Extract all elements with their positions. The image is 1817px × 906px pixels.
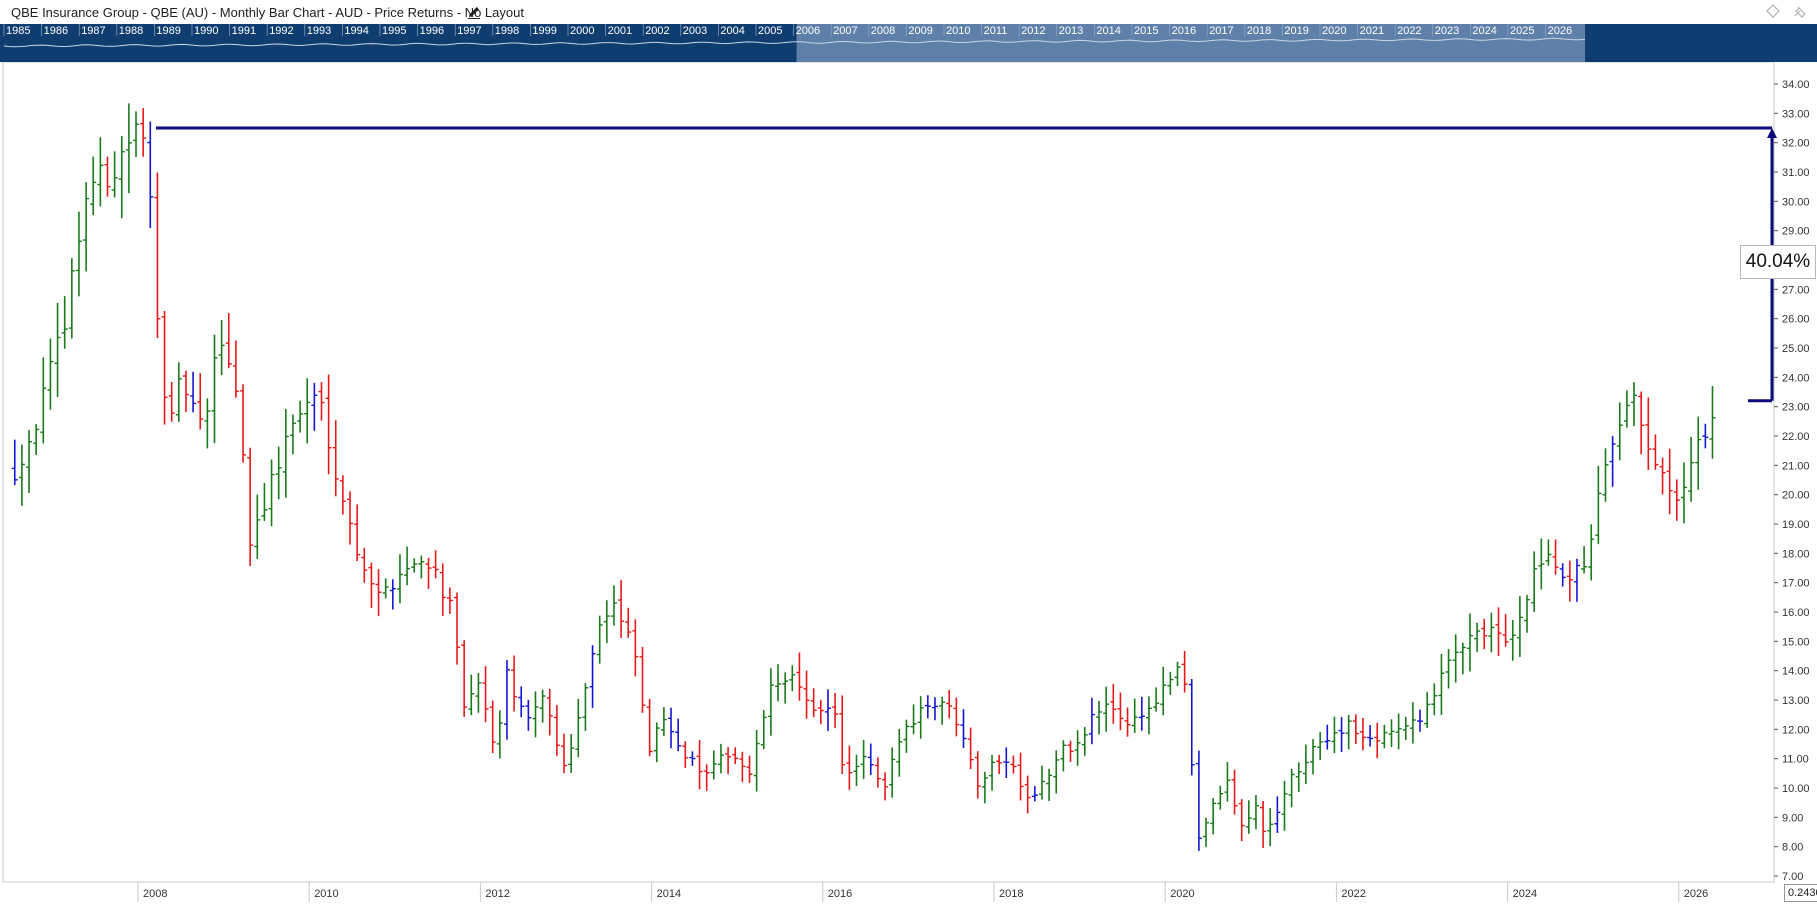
navigator-year-label: 2000 <box>570 25 594 37</box>
navigator-year-label: 2018 <box>1247 25 1271 37</box>
y-tick-label: 30.00 <box>1782 196 1810 208</box>
diamond-icon[interactable] <box>1766 4 1780 18</box>
navigator-year-label: 2011 <box>984 25 1008 37</box>
y-tick-label: 18.00 <box>1782 548 1810 560</box>
navigator-year-label: 1997 <box>457 25 481 37</box>
navigator-year-label: 2026 <box>1548 25 1572 37</box>
last-value-box: 0.2430 <box>1784 884 1817 902</box>
x-tick-label: 2010 <box>314 888 338 900</box>
y-tick-label: 23.00 <box>1782 402 1810 414</box>
navigator-year-label: 1989 <box>156 25 180 37</box>
navigator-strip[interactable]: 1985 1986 1987 1988 1989 1990 1991 1992 1993 1994… <box>0 24 1817 62</box>
navigator-year-label: 2019 <box>1284 25 1308 37</box>
navigator-year-label: 2012 <box>1021 25 1045 37</box>
y-tick-label: 10.00 <box>1782 783 1810 795</box>
navigator-year-label: 2007 <box>833 25 857 37</box>
date-range-navigator[interactable]: 1985 1986 1987 1988 1989 1990 1991 1992 1993 1994… <box>0 24 1817 62</box>
navigator-year-label: 2009 <box>908 25 932 37</box>
y-tick-label: 7.00 <box>1782 871 1803 883</box>
navigator-year-label: 2025 <box>1510 25 1534 37</box>
x-axis: 2008 2010 2012 2014 2016 2018 2020 2022 2024 2026 <box>3 881 1774 902</box>
x-tick-label: 2026 <box>1684 888 1708 900</box>
navigator-year-label: 1999 <box>532 25 556 37</box>
pencil-icon[interactable] <box>466 4 482 20</box>
y-tick-label: 9.00 <box>1782 812 1803 824</box>
x-tick-label: 2024 <box>1513 888 1537 900</box>
pin-icon[interactable] <box>1794 6 1806 18</box>
x-tick-label: 2022 <box>1341 888 1365 900</box>
window-title: QBE Insurance Group - QBE (AU) - Monthly… <box>11 5 524 20</box>
navigator-year-label: 2013 <box>1059 25 1083 37</box>
y-tick-label: 24.00 <box>1782 372 1810 384</box>
y-tick-label: 8.00 <box>1782 842 1803 854</box>
y-tick-label: 14.00 <box>1782 666 1810 678</box>
navigator-year-label: 2010 <box>946 25 970 37</box>
navigator-year-label: 2003 <box>683 25 707 37</box>
navigator-year-label: 1998 <box>495 25 519 37</box>
navigator-year-label: 1993 <box>307 25 331 37</box>
x-tick-label: 2014 <box>657 888 681 900</box>
navigator-year-label: 2014 <box>1096 25 1120 37</box>
y-tick-label: 20.00 <box>1782 490 1810 502</box>
y-tick-label: 13.00 <box>1782 695 1810 707</box>
window-titlebar: QBE Insurance Group - QBE (AU) - Monthly… <box>0 0 1817 25</box>
navigator-year-label: 2002 <box>645 25 669 37</box>
y-tick-label: 27.00 <box>1782 284 1810 296</box>
navigator-year-label: 1986 <box>44 25 68 37</box>
percent-change-label: 40.04% <box>1740 245 1816 279</box>
navigator-year-label: 2015 <box>1134 25 1158 37</box>
y-tick-label: 32.00 <box>1782 138 1810 150</box>
y-tick-label: 17.00 <box>1782 578 1810 590</box>
y-tick-label: 19.00 <box>1782 519 1810 531</box>
x-tick-label: 2016 <box>828 888 852 900</box>
navigator-year-label: 2004 <box>720 25 744 37</box>
navigator-year-label: 2005 <box>758 25 782 37</box>
y-tick-label: 33.00 <box>1782 108 1810 120</box>
navigator-year-label: 2023 <box>1435 25 1459 37</box>
y-tick-label: 16.00 <box>1782 607 1810 619</box>
x-tick-label: 2008 <box>143 888 167 900</box>
navigator-year-label: 1987 <box>81 25 105 37</box>
x-tick-label: 2020 <box>1170 888 1194 900</box>
y-axis: 7.00 8.00 9.00 10.00 11.00 12.00 13.00 14.00 15.… <box>1774 79 1810 883</box>
navigator-year-label: 1995 <box>382 25 406 37</box>
plot-area[interactable] <box>2 62 1775 883</box>
x-tick-label: 2012 <box>485 888 509 900</box>
navigator-year-label: 1996 <box>420 25 444 37</box>
navigator-year-label: 1994 <box>344 25 368 37</box>
y-tick-label: 22.00 <box>1782 431 1810 443</box>
navigator-year-label: 2006 <box>796 25 820 37</box>
y-tick-label: 31.00 <box>1782 167 1810 179</box>
x-tick-label: 2018 <box>999 888 1023 900</box>
y-tick-label: 29.00 <box>1782 226 1810 238</box>
y-tick-label: 21.00 <box>1782 460 1810 472</box>
y-tick-label: 25.00 <box>1782 343 1810 355</box>
navigator-year-label: 1985 <box>6 25 30 37</box>
price-chart[interactable]: 7.00 8.00 9.00 10.00 11.00 12.00 13.00 14.00 15.… <box>0 62 1817 906</box>
y-tick-label: 34.00 <box>1782 79 1810 91</box>
navigator-year-label: 2022 <box>1397 25 1421 37</box>
navigator-year-label: 1992 <box>269 25 293 37</box>
navigator-year-label: 2008 <box>871 25 895 37</box>
y-tick-label: 15.00 <box>1782 636 1810 648</box>
window-controls <box>1766 4 1806 18</box>
y-tick-label: 12.00 <box>1782 724 1810 736</box>
y-tick-label: 26.00 <box>1782 314 1810 326</box>
navigator-year-label: 2001 <box>608 25 632 37</box>
navigator-year-label: 2017 <box>1209 25 1233 37</box>
navigator-year-label: 2021 <box>1360 25 1384 37</box>
navigator-year-label: 2024 <box>1472 25 1496 37</box>
navigator-year-label: 2020 <box>1322 25 1346 37</box>
navigator-year-label: 1990 <box>194 25 218 37</box>
navigator-year-label: 1988 <box>119 25 143 37</box>
navigator-year-label: 1991 <box>232 25 256 37</box>
navigator-year-label: 2016 <box>1172 25 1196 37</box>
y-tick-label: 11.00 <box>1782 754 1809 766</box>
